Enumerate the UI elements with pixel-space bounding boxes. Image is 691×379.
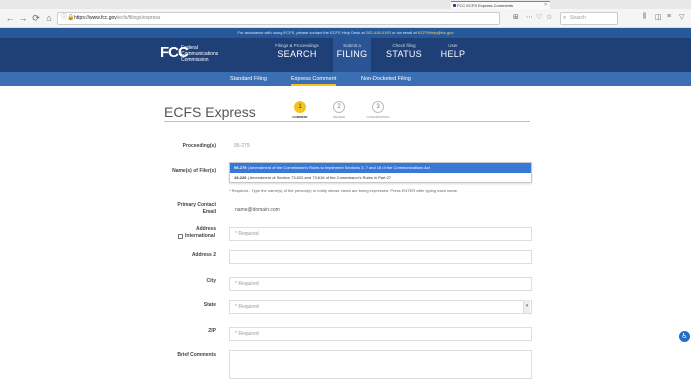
browser-tab[interactable]: FCC ECFS Express Comments × xyxy=(451,1,550,9)
agency-name: Federal Communications Commission xyxy=(181,45,218,63)
email-field[interactable]: name@domain.com xyxy=(229,203,532,217)
subnav-express-comment[interactable]: Express Comment xyxy=(291,72,337,86)
browser-tab-bar: FCC ECFS Express Comments × xyxy=(0,0,691,9)
step-label-review: REVIEW xyxy=(333,115,345,119)
address-field[interactable]: * Required xyxy=(229,227,532,241)
browser-search-input[interactable]: ⌕ Search xyxy=(560,12,618,25)
subnav-standard-filing[interactable]: Standard Filing xyxy=(230,72,267,86)
url-bar[interactable]: ⓘ 🔒 https://www.fcc.gov/ecfs/filings/exp… xyxy=(57,12,500,25)
address-label: Address xyxy=(195,226,216,232)
tab-close-icon[interactable]: × xyxy=(544,2,547,9)
step-indicator-comment: 1 xyxy=(294,101,306,113)
accessibility-icon[interactable]: ♿ xyxy=(679,331,690,342)
home-icon[interactable]: ⌂ xyxy=(43,12,55,24)
proceeding-suggestion-dropdown: 95-279 | Amendment of the Commission's R… xyxy=(229,162,532,183)
subnav-non-docketed-filing[interactable]: Non-Docketed Filing xyxy=(361,72,411,86)
nav-big-label: STATUS xyxy=(386,49,422,59)
search-placeholder: Search xyxy=(570,15,586,21)
notice-email-link[interactable]: ECFSHelp@fcc.gov xyxy=(418,30,454,35)
reload-icon[interactable]: ⟳ xyxy=(30,12,42,24)
proceeding-input[interactable]: 95-279 xyxy=(229,139,532,153)
help-notice-bar: For assistance with using ECFS, please c… xyxy=(0,28,691,38)
option-desc: | Amendment of the Commission's Rules to… xyxy=(246,165,430,170)
step-label-confirmation: CONFIRMATION xyxy=(366,115,390,119)
forward-icon[interactable]: → xyxy=(17,12,29,24)
url-host: https://www.fcc.gov xyxy=(74,15,117,21)
city-label: City xyxy=(206,278,216,284)
option-code: 19-226 xyxy=(234,175,247,180)
email-label: Primary Contact Email xyxy=(156,202,216,216)
lock-icon: 🔒 xyxy=(67,15,75,21)
notice-text: For assistance with using ECFS, please c… xyxy=(237,30,366,35)
step-label-comment: COMMENT xyxy=(292,115,308,119)
city-field[interactable]: * Required xyxy=(229,277,532,291)
nav-filing[interactable]: Submit a FILING xyxy=(333,38,371,72)
menu-icon[interactable]: ≡ xyxy=(667,13,671,20)
nav-big-label: FILING xyxy=(336,49,368,59)
notice-middle: or via email at xyxy=(390,30,418,35)
agency-name-line: Commission xyxy=(181,57,209,63)
sidebar-icon[interactable]: ◫ xyxy=(655,13,662,21)
filer-label: Name(s) of Filer(s) xyxy=(172,168,216,174)
back-icon[interactable]: ← xyxy=(4,12,16,24)
reader-icon[interactable]: ⊞ xyxy=(513,13,519,21)
address2-field[interactable] xyxy=(229,250,532,264)
nav-big-label: HELP xyxy=(440,49,466,59)
zip-label: ZIP xyxy=(208,328,216,334)
dropdown-option[interactable]: 95-279 | Amendment of the Commission's R… xyxy=(230,163,531,173)
proceeding-label: Proceeding(s) xyxy=(182,143,216,149)
step-indicator-confirmation: 3 xyxy=(372,101,384,113)
chevron-down-icon[interactable]: ▾ xyxy=(523,300,530,313)
comments-label: Brief Comments xyxy=(177,352,216,358)
notice-phone-link[interactable]: 202-418-0193 xyxy=(366,30,391,35)
filing-subnav: Standard Filing Express Comment Non-Dock… xyxy=(0,72,691,86)
option-code: 95-279 xyxy=(234,165,247,170)
dropdown-option[interactable]: 19-226 | Amendment of Section 73.622 and… xyxy=(230,173,531,183)
step-indicator-review: 2 xyxy=(333,101,345,113)
pocket-icon[interactable]: ♡ xyxy=(536,13,542,21)
search-icon: ⌕ xyxy=(563,15,567,21)
bookmark-icon[interactable]: ☆ xyxy=(546,13,552,21)
nav-help[interactable]: User HELP xyxy=(438,43,468,59)
option-desc: | Amendment of Section 73.622 and 73.616… xyxy=(246,175,392,180)
page-title: ECFS Express xyxy=(164,104,256,120)
email-label-line: Email xyxy=(202,209,216,215)
filer-help-text: * Required - Type the name(s) of the per… xyxy=(229,188,459,193)
international-checkbox[interactable] xyxy=(178,234,183,239)
state-select[interactable]: * Required xyxy=(229,300,532,314)
email-label-line: Primary Contact xyxy=(177,202,216,208)
tab-title: FCC ECFS Express Comments xyxy=(457,3,514,8)
favicon-icon xyxy=(453,4,456,7)
site-header: FCC Federal Communications Commission Fi… xyxy=(0,38,691,72)
address2-label: Address 2 xyxy=(191,252,216,258)
zip-field[interactable]: * Required xyxy=(229,327,532,341)
extension-icon[interactable]: ▽ xyxy=(679,13,684,21)
comments-textarea[interactable] xyxy=(229,350,532,379)
library-icon[interactable]: ⫼ xyxy=(643,13,646,21)
browser-toolbar: ← → ⟳ ⌂ ⓘ 🔒 https://www.fcc.gov/ecfs/fil… xyxy=(0,9,691,28)
url-path: /ecfs/filings/express xyxy=(116,15,161,21)
nav-search[interactable]: Filings & Proceedings SEARCH xyxy=(272,43,322,59)
more-icon[interactable]: ⋯ xyxy=(526,13,533,21)
nav-big-label: SEARCH xyxy=(277,49,317,59)
nav-status[interactable]: Check filing STATUS xyxy=(384,43,424,59)
international-label: International xyxy=(185,233,216,239)
state-label: State xyxy=(203,302,216,308)
title-divider xyxy=(164,121,530,122)
